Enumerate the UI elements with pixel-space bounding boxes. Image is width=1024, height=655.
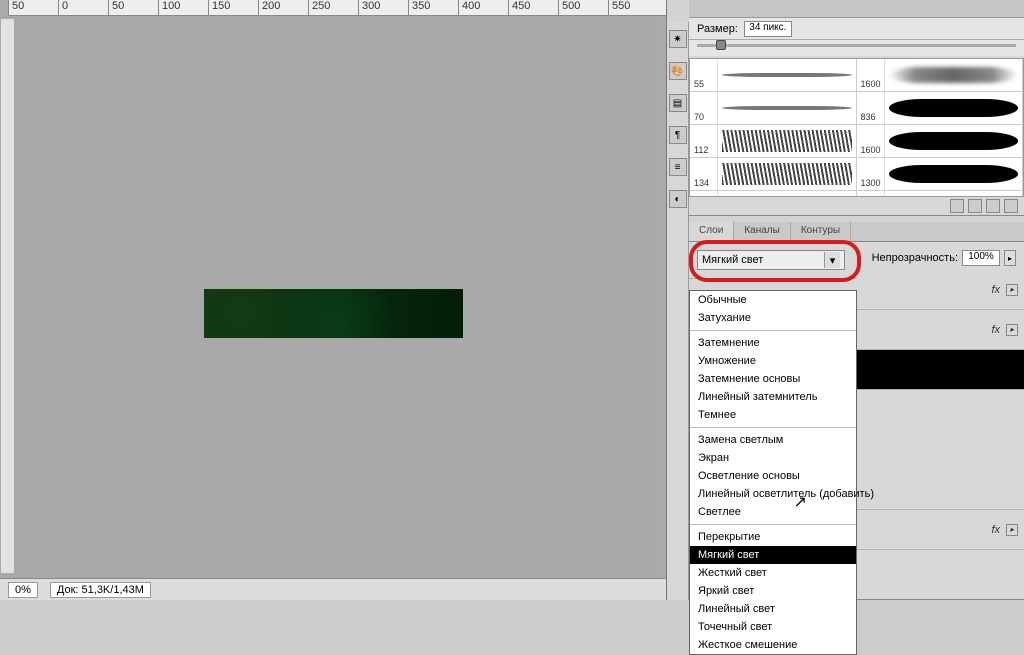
- blend-mode-option[interactable]: Экран: [690, 449, 856, 467]
- blend-mode-option[interactable]: Затухание: [690, 309, 856, 327]
- size-label: Размер:: [697, 23, 738, 35]
- zoom-readout[interactable]: 0%: [8, 582, 38, 598]
- dock-icon[interactable]: ▤: [669, 94, 687, 112]
- dock-icon[interactable]: ✷: [669, 30, 687, 48]
- fx-indicator[interactable]: fx: [991, 524, 1000, 536]
- layers-panel: СлоиКаналыКонтуры Мягкий свет ▾ Непрозра…: [689, 222, 1024, 600]
- blend-mode-option[interactable]: Светлее: [690, 503, 856, 521]
- blend-mode-option[interactable]: Обычные: [690, 291, 856, 309]
- brushes-panel: Размер: 34 пикс. 55160070836112160013413…: [689, 0, 1024, 216]
- footer-icon[interactable]: [968, 199, 982, 213]
- brush-size-row: Размер: 34 пикс.: [689, 18, 1024, 40]
- blend-mode-option[interactable]: Точечный свет: [690, 618, 856, 636]
- panels-column: ✷ 🎨 ▤ ¶ ≡ ◐ Размер: 34 пикс. 55160070836…: [666, 0, 1024, 600]
- blend-mode-select[interactable]: Мягкий свет ▾: [697, 250, 845, 270]
- blend-mode-option[interactable]: Темнее: [690, 406, 856, 424]
- ruler-horizontal: 50050100150200250300350400450500550: [8, 0, 666, 16]
- blend-mode-option[interactable]: Перекрытие: [690, 528, 856, 546]
- opacity-input[interactable]: 100%: [962, 250, 1000, 266]
- blend-mode-option[interactable]: Яркий свет: [690, 582, 856, 600]
- document-canvas[interactable]: [204, 289, 463, 338]
- footer-icon[interactable]: [986, 199, 1000, 213]
- blend-mode-option[interactable]: Мягкий свет: [690, 546, 856, 564]
- brushes-footer: [689, 197, 1024, 215]
- layer-list[interactable]: fx ▸ fx ▸ fx ▸: [857, 270, 1024, 599]
- status-bar: 0% Док: 51,3K/1,43M: [0, 578, 666, 600]
- canvas-workspace: 50050100150200250300350400450500550 0% Д…: [0, 0, 666, 600]
- dock-icon[interactable]: 🎨: [669, 62, 687, 80]
- layers-tab[interactable]: Контуры: [791, 222, 851, 241]
- blend-mode-option[interactable]: Линейный свет: [690, 600, 856, 618]
- layers-tabs: СлоиКаналыКонтуры: [689, 222, 1024, 242]
- blend-mode-dropdown[interactable]: ОбычныеЗатухание ЗатемнениеУмножениеЗатем…: [689, 290, 857, 655]
- dock-icon[interactable]: ¶: [669, 126, 687, 144]
- brush-size-slider[interactable]: [689, 40, 1024, 56]
- blend-mode-option[interactable]: Жесткий свет: [690, 564, 856, 582]
- blend-mode-option[interactable]: Осветление основы: [690, 467, 856, 485]
- layer-row[interactable]: fx ▸: [857, 510, 1024, 550]
- layer-row[interactable]: fx ▸: [857, 310, 1024, 350]
- blend-mode-option[interactable]: Умножение: [690, 352, 856, 370]
- layers-tab[interactable]: Слои: [689, 222, 734, 241]
- scrollbar-vertical[interactable]: [0, 18, 15, 574]
- brush-presets-grid[interactable]: 551600708361121600134130074: [689, 58, 1024, 197]
- fx-indicator[interactable]: fx: [991, 284, 1000, 296]
- blend-mode-option[interactable]: Линейный осветлитель (добавить): [690, 485, 856, 503]
- dock-icon[interactable]: ≡: [669, 158, 687, 176]
- blend-mode-option[interactable]: Жесткое смешение: [690, 636, 856, 654]
- opacity-label: Непрозрачность:: [872, 252, 958, 264]
- layer-row[interactable]: [857, 350, 1024, 390]
- blend-mode-option[interactable]: Линейный затемнитель: [690, 388, 856, 406]
- layer-row[interactable]: fx ▸: [857, 270, 1024, 310]
- blend-mode-value: Мягкий свет: [702, 254, 763, 266]
- panel-dock-strip: ✷ 🎨 ▤ ¶ ≡ ◐: [667, 22, 689, 600]
- slider-thumb[interactable]: [716, 40, 726, 50]
- chevron-down-icon[interactable]: ▾: [824, 252, 840, 268]
- blend-mode-option[interactable]: Затемнение: [690, 334, 856, 352]
- brushes-panel-tabs: [689, 0, 1024, 18]
- fx-toggle[interactable]: ▸: [1006, 524, 1018, 536]
- doc-size-readout: Док: 51,3K/1,43M: [50, 582, 151, 598]
- canvas-background[interactable]: [8, 18, 658, 574]
- fx-toggle[interactable]: ▸: [1006, 324, 1018, 336]
- opacity-flyout-button[interactable]: ▸: [1004, 250, 1016, 266]
- blend-mode-option[interactable]: Замена светлым: [690, 431, 856, 449]
- layers-tab[interactable]: Каналы: [734, 222, 791, 241]
- fx-indicator[interactable]: fx: [991, 324, 1000, 336]
- footer-icon[interactable]: [950, 199, 964, 213]
- layer-row[interactable]: [857, 390, 1024, 510]
- brush-size-input[interactable]: 34 пикс.: [744, 21, 792, 37]
- blend-mode-option[interactable]: Затемнение основы: [690, 370, 856, 388]
- opacity-row: Непрозрачность: 100% ▸: [872, 250, 1016, 266]
- footer-icon[interactable]: [1004, 199, 1018, 213]
- dock-icon[interactable]: ◐: [669, 190, 687, 208]
- fx-toggle[interactable]: ▸: [1006, 284, 1018, 296]
